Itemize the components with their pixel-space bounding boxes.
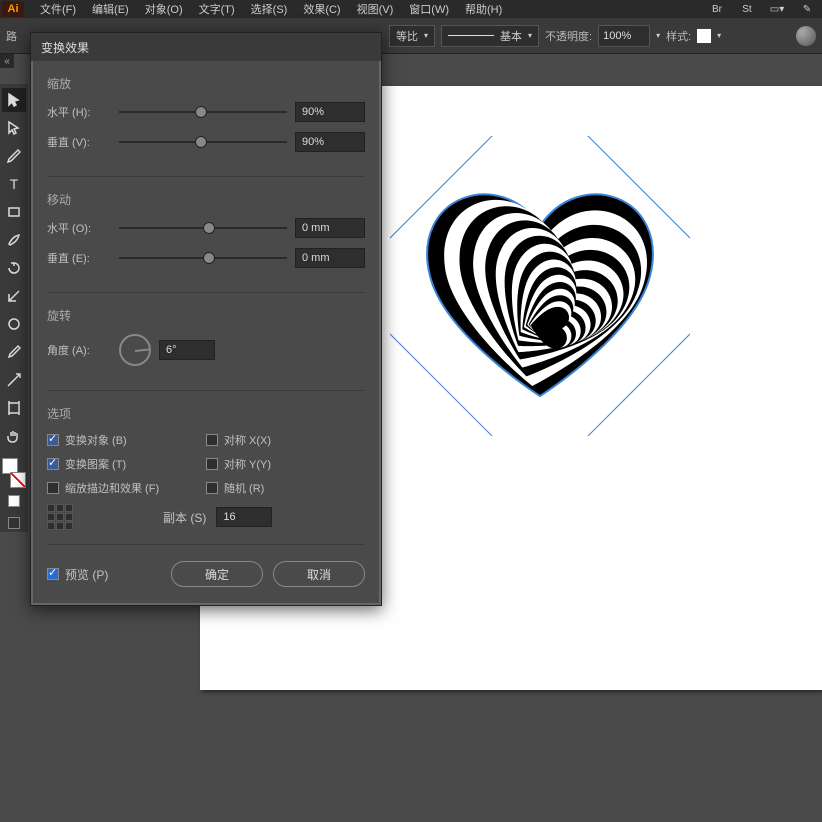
scale-section-title: 缩放 [47, 75, 365, 92]
scale-section: 缩放 水平 (H): 垂直 (V): [47, 75, 365, 177]
width-tool[interactable] [2, 312, 26, 336]
ratio-label: 等比 [396, 28, 418, 44]
menu-file[interactable]: 文件(F) [32, 1, 84, 17]
opacity-label: 不透明度: [545, 28, 592, 44]
move-v-label: 垂直 (E): [47, 250, 111, 266]
move-v-input[interactable] [295, 248, 365, 268]
reflect-y-label: 对称 Y(Y) [224, 456, 271, 472]
scale-tool[interactable] [2, 284, 26, 308]
bridge-icon[interactable]: Br [706, 1, 728, 17]
options-section: 选项 变换对象 (B) 对称 X(X) 变换图案 (T) 对称 Y(Y) 缩放描… [47, 405, 365, 545]
tools-panel: T [0, 84, 28, 532]
scale-strokes-checkbox[interactable] [47, 482, 59, 494]
feather-icon[interactable]: ✎ [796, 1, 818, 17]
opacity-input[interactable] [598, 25, 650, 47]
arrange-icon[interactable]: ▭▾ [766, 1, 788, 17]
chevron-down-icon[interactable]: ▾ [717, 31, 721, 40]
copies-label: 副本 (S) [163, 509, 206, 526]
ratio-dropdown[interactable]: 等比 ▾ [389, 25, 435, 47]
globe-icon[interactable] [796, 26, 816, 46]
style-swatch[interactable] [697, 29, 711, 43]
reflect-y-checkbox[interactable] [206, 458, 218, 470]
cancel-button[interactable]: 取消 [273, 561, 365, 587]
paintbrush-tool[interactable] [2, 228, 26, 252]
transform-objects-checkbox[interactable] [47, 434, 59, 446]
reflect-x-checkbox[interactable] [206, 434, 218, 446]
ok-button[interactable]: 确定 [171, 561, 263, 587]
menu-type[interactable]: 文字(T) [191, 1, 243, 17]
move-section-title: 移动 [47, 191, 365, 208]
scale-h-label: 水平 (H): [47, 104, 111, 120]
preview-label: 预览 (P) [65, 566, 108, 583]
scale-v-input[interactable] [295, 132, 365, 152]
move-v-slider[interactable] [119, 251, 287, 265]
angle-input[interactable] [159, 340, 215, 360]
rotate-section: 旋转 角度 (A): [47, 307, 365, 391]
dialog-title: 变换效果 [31, 33, 381, 61]
menu-edit[interactable]: 编辑(E) [84, 1, 137, 17]
transform-objects-label: 变换对象 (B) [65, 432, 127, 448]
move-h-label: 水平 (O): [47, 220, 111, 236]
angle-label: 角度 (A): [47, 342, 111, 358]
artboard-tool[interactable] [2, 396, 26, 420]
menu-select[interactable]: 选择(S) [243, 1, 296, 17]
move-h-slider[interactable] [119, 221, 287, 235]
path-label: 路 [6, 28, 17, 44]
stroke-line-icon [448, 35, 494, 36]
move-h-input[interactable] [295, 218, 365, 238]
stroke-profile-label: 基本 [500, 28, 522, 44]
menu-window[interactable]: 窗口(W) [401, 1, 457, 17]
selection-tool[interactable] [2, 88, 26, 112]
style-label: 样式: [666, 28, 691, 44]
rectangle-tool[interactable] [2, 200, 26, 224]
menu-help[interactable]: 帮助(H) [457, 1, 510, 17]
preview-checkbox[interactable] [47, 568, 59, 580]
chevron-down-icon: ▾ [528, 31, 532, 40]
eyedropper-tool[interactable] [2, 340, 26, 364]
scale-h-slider[interactable] [119, 105, 287, 119]
stock-icon[interactable]: St [736, 1, 758, 17]
stroke-profile-dropdown[interactable]: 基本 ▾ [441, 25, 539, 47]
panel-collapse-tab[interactable]: « [0, 54, 14, 68]
menu-view[interactable]: 视图(V) [349, 1, 402, 17]
selection-bounding-box [390, 136, 690, 436]
random-label: 随机 (R) [224, 480, 264, 496]
color-mode-solid[interactable] [2, 492, 26, 510]
scale-v-slider[interactable] [119, 135, 287, 149]
transform-patterns-checkbox[interactable] [47, 458, 59, 470]
type-tool[interactable]: T [2, 172, 26, 196]
scale-v-label: 垂直 (V): [47, 134, 111, 150]
menu-bar: Ai 文件(F) 编辑(E) 对象(O) 文字(T) 选择(S) 效果(C) 视… [0, 0, 822, 18]
copies-input[interactable] [216, 507, 272, 527]
chevron-down-icon: ▾ [424, 31, 428, 40]
random-checkbox[interactable] [206, 482, 218, 494]
scale-strokes-label: 缩放描边和效果 (F) [65, 480, 159, 496]
options-section-title: 选项 [47, 405, 365, 422]
screen-mode[interactable] [2, 514, 26, 532]
stroke-swatch[interactable] [10, 472, 26, 488]
angle-dial[interactable] [119, 334, 151, 366]
anchor-grid[interactable] [47, 504, 73, 530]
slice-tool[interactable] [2, 368, 26, 392]
reflect-x-label: 对称 X(X) [224, 432, 271, 448]
scale-h-input[interactable] [295, 102, 365, 122]
hand-tool[interactable] [2, 424, 26, 448]
menu-object[interactable]: 对象(O) [137, 1, 191, 17]
move-section: 移动 水平 (O): 垂直 (E): [47, 191, 365, 293]
transform-patterns-label: 变换图案 (T) [65, 456, 126, 472]
fill-stroke-indicator[interactable] [2, 458, 26, 488]
direct-select-tool[interactable] [2, 116, 26, 140]
rotate-section-title: 旋转 [47, 307, 365, 324]
app-logo: Ai [2, 1, 24, 17]
transform-effect-dialog: 变换效果 缩放 水平 (H): 垂直 (V): 移动 水平 (O): [30, 32, 382, 606]
rotate-tool[interactable] [2, 256, 26, 280]
pen-tool[interactable] [2, 144, 26, 168]
chevron-down-icon[interactable]: ▾ [656, 31, 660, 40]
menu-effect[interactable]: 效果(C) [295, 1, 348, 17]
